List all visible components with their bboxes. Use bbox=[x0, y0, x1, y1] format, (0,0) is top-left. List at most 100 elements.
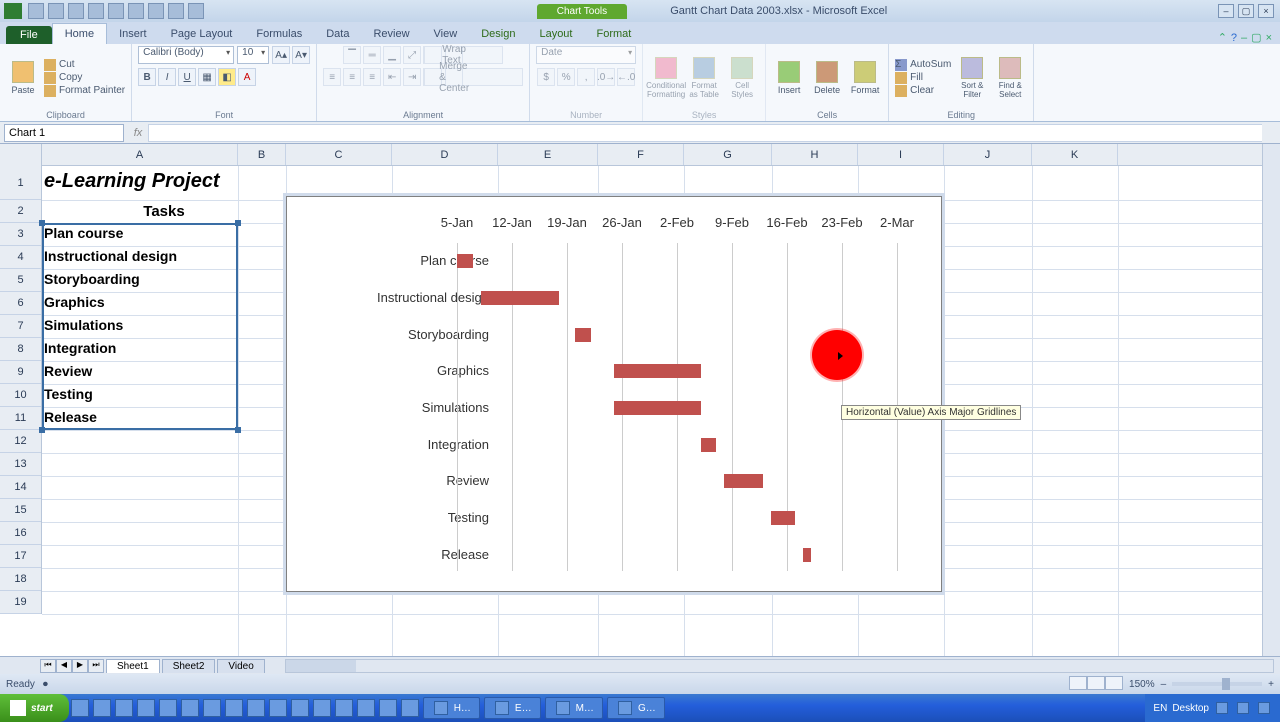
embedded-chart[interactable]: 5-Jan12-Jan19-Jan26-Jan2-Feb9-Feb16-Feb2… bbox=[286, 196, 942, 592]
font-size-combo[interactable]: 10 bbox=[237, 46, 269, 64]
task-cell[interactable]: Graphics bbox=[44, 294, 105, 310]
currency-icon[interactable]: $ bbox=[537, 68, 555, 86]
indent-inc-icon[interactable]: ⇥ bbox=[403, 68, 421, 86]
sheet-tab[interactable]: Sheet2 bbox=[162, 659, 216, 673]
sheet-tab-active[interactable]: Sheet1 bbox=[106, 659, 160, 673]
start-button[interactable]: start bbox=[0, 694, 69, 722]
qat-preview-icon[interactable] bbox=[148, 3, 164, 19]
row-header[interactable]: 13 bbox=[0, 453, 41, 476]
select-all-corner[interactable] bbox=[0, 144, 42, 166]
inc-decimal-icon[interactable]: .0→ bbox=[597, 68, 615, 86]
merge-center-button[interactable]: Merge & Center bbox=[423, 68, 523, 86]
tab-format[interactable]: Format bbox=[584, 24, 643, 44]
view-buttons[interactable] bbox=[1069, 676, 1123, 693]
align-bot-icon[interactable]: ▁ bbox=[383, 46, 401, 64]
cell-styles-button[interactable]: Cell Styles bbox=[725, 51, 759, 105]
tab-data[interactable]: Data bbox=[314, 24, 361, 44]
tab-file[interactable]: File bbox=[6, 26, 52, 44]
range-handle[interactable] bbox=[39, 220, 45, 226]
align-left-icon[interactable]: ≡ bbox=[323, 68, 341, 86]
paste-button[interactable]: Paste bbox=[6, 51, 40, 105]
italic-button[interactable]: I bbox=[158, 68, 176, 86]
cell-title[interactable]: e-Learning Project bbox=[44, 170, 220, 193]
tab-view[interactable]: View bbox=[422, 24, 470, 44]
delete-cells-button[interactable]: Delete bbox=[810, 51, 844, 105]
align-right-icon[interactable]: ≡ bbox=[363, 68, 381, 86]
column-header[interactable]: G bbox=[684, 144, 772, 165]
format-painter-button[interactable]: Format Painter bbox=[44, 85, 125, 97]
workbook-min-icon[interactable]: – bbox=[1241, 32, 1247, 44]
qat-more-icon[interactable] bbox=[188, 3, 204, 19]
task-cell[interactable]: Testing bbox=[44, 386, 93, 402]
tab-insert[interactable]: Insert bbox=[107, 24, 159, 44]
fill-button[interactable]: Fill bbox=[895, 72, 951, 84]
task-cell[interactable]: Review bbox=[44, 363, 92, 379]
horizontal-scrollbar[interactable] bbox=[285, 659, 1274, 673]
chart-bar[interactable] bbox=[457, 254, 473, 268]
format-as-table-button[interactable]: Format as Table bbox=[687, 51, 721, 105]
task-cell[interactable]: Storyboarding bbox=[44, 271, 140, 287]
qat-undo-icon[interactable] bbox=[48, 3, 64, 19]
chart-bar[interactable] bbox=[481, 291, 560, 305]
align-mid-icon[interactable]: ═ bbox=[363, 46, 381, 64]
zoom-out-icon[interactable]: – bbox=[1161, 679, 1167, 690]
macro-record-icon[interactable]: ⏺ bbox=[43, 679, 48, 690]
orientation-icon[interactable]: ⤢ bbox=[403, 46, 421, 64]
sheet-nav-first-icon[interactable]: ⏮ bbox=[40, 659, 56, 673]
row-header[interactable]: 3 bbox=[0, 223, 41, 246]
row-header[interactable]: 14 bbox=[0, 476, 41, 499]
quicklaunch-icon[interactable] bbox=[357, 699, 375, 717]
quicklaunch-icon[interactable] bbox=[247, 699, 265, 717]
zoom-slider[interactable] bbox=[1172, 682, 1262, 686]
task-cell[interactable]: Instructional design bbox=[44, 248, 177, 264]
range-handle[interactable] bbox=[235, 220, 241, 226]
tray-desktop[interactable]: Desktop bbox=[1172, 703, 1209, 714]
column-header[interactable]: F bbox=[598, 144, 684, 165]
column-header[interactable]: J bbox=[944, 144, 1032, 165]
tray-lang[interactable]: EN bbox=[1153, 703, 1167, 714]
copy-button[interactable]: Copy bbox=[44, 72, 125, 84]
tray-icon[interactable] bbox=[1258, 702, 1270, 714]
task-cell[interactable]: Integration bbox=[44, 340, 116, 356]
task-cell[interactable]: Release bbox=[44, 409, 97, 425]
qat-save-icon[interactable] bbox=[28, 3, 44, 19]
font-name-combo[interactable]: Calibri (Body) bbox=[138, 46, 234, 64]
tab-review[interactable]: Review bbox=[361, 24, 421, 44]
help-icon[interactable]: ? bbox=[1231, 32, 1237, 44]
row-header[interactable]: 1 bbox=[0, 166, 41, 200]
range-handle[interactable] bbox=[235, 427, 241, 433]
qat-open-icon[interactable] bbox=[108, 3, 124, 19]
tab-design[interactable]: Design bbox=[469, 24, 527, 44]
worksheet-grid[interactable]: ABCDEFGHIJK 1234567891011121314151617181… bbox=[0, 144, 1280, 656]
column-header[interactable]: H bbox=[772, 144, 858, 165]
qat-redo-icon[interactable] bbox=[68, 3, 84, 19]
task-cell[interactable]: Simulations bbox=[44, 317, 123, 333]
underline-button[interactable]: U bbox=[178, 68, 196, 86]
name-box[interactable]: Chart 1 bbox=[4, 124, 124, 142]
sheet-nav-next-icon[interactable]: ▶ bbox=[72, 659, 88, 673]
number-format-combo[interactable]: Date bbox=[536, 46, 636, 64]
taskbar-task[interactable]: M… bbox=[545, 697, 603, 719]
qat-new-icon[interactable] bbox=[88, 3, 104, 19]
sheet-nav-prev-icon[interactable]: ◀ bbox=[56, 659, 72, 673]
indent-dec-icon[interactable]: ⇤ bbox=[383, 68, 401, 86]
column-header[interactable]: I bbox=[858, 144, 944, 165]
dec-decimal-icon[interactable]: ←.0 bbox=[617, 68, 635, 86]
format-cells-button[interactable]: Format bbox=[848, 51, 882, 105]
percent-icon[interactable]: % bbox=[557, 68, 575, 86]
chart-bar[interactable] bbox=[771, 511, 795, 525]
workbook-max-icon[interactable]: ▢ bbox=[1251, 31, 1261, 44]
chart-bar[interactable] bbox=[614, 401, 700, 415]
comma-icon[interactable]: , bbox=[577, 68, 595, 86]
minimize-button[interactable]: – bbox=[1218, 4, 1234, 18]
quicklaunch-icon[interactable] bbox=[379, 699, 397, 717]
tab-formulas[interactable]: Formulas bbox=[244, 24, 314, 44]
row-header[interactable]: 19 bbox=[0, 591, 41, 614]
quicklaunch-icon[interactable] bbox=[71, 699, 89, 717]
quicklaunch-icon[interactable] bbox=[203, 699, 221, 717]
quicklaunch-icon[interactable] bbox=[401, 699, 419, 717]
taskbar-task[interactable]: G… bbox=[607, 697, 665, 719]
autosum-button[interactable]: ΣAutoSum bbox=[895, 59, 951, 71]
row-header[interactable]: 6 bbox=[0, 292, 41, 315]
task-cell[interactable]: Plan course bbox=[44, 225, 123, 241]
